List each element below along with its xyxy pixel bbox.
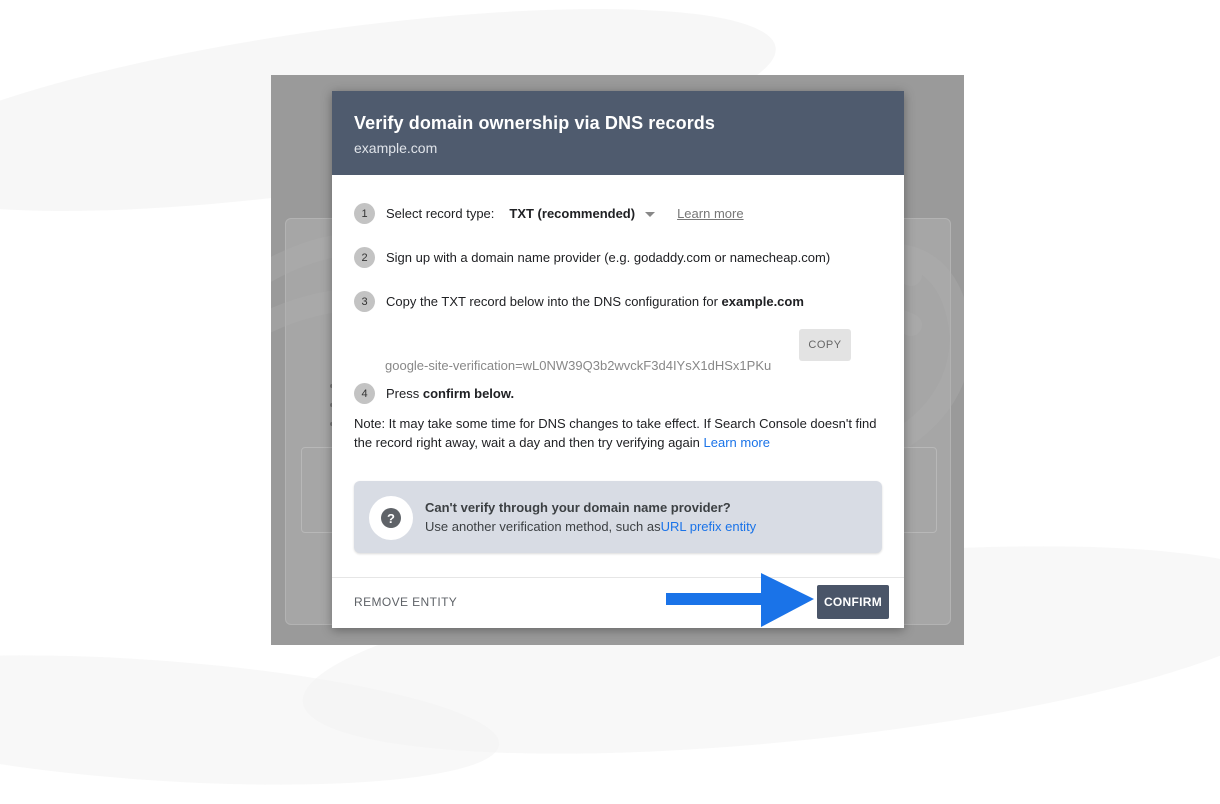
alternative-method-box: ? Can't verify through your domain name … — [354, 481, 882, 553]
step-number: 2 — [354, 247, 375, 268]
arrow-pointer-icon — [666, 573, 814, 627]
step-text: Sign up with a domain name provider (e.g… — [386, 250, 831, 265]
dialog-footer: REMOVE ENTITY CONFIRM — [332, 577, 904, 629]
confirm-button[interactable]: CONFIRM — [817, 585, 889, 619]
step-text-main: Copy the TXT record below into the DNS c… — [386, 294, 722, 309]
url-prefix-link[interactable]: URL prefix entity — [661, 519, 757, 534]
dialog-title: Verify domain ownership via DNS records — [354, 113, 716, 133]
txt-record-value[interactable]: google-site-verification=wL0NW39Q3b2wvck… — [385, 358, 771, 373]
step-number: 4 — [354, 383, 375, 404]
question-mark-icon: ? — [381, 508, 401, 528]
dialog-subtitle: example.com — [354, 140, 438, 156]
step-text-bold: confirm below. — [422, 386, 515, 401]
help-text-main: Use another verification method, such as — [425, 519, 661, 534]
help-icon-circle: ? — [369, 496, 413, 540]
dns-note: Note: It may take some time for DNS chan… — [354, 414, 884, 452]
step-text: Press confirm below. — [386, 386, 514, 401]
step-4: 4 Press confirm below. — [354, 383, 514, 404]
step-number: 3 — [354, 291, 375, 312]
copy-button[interactable]: COPY — [799, 329, 851, 361]
note-text: Note: It may take some time for DNS chan… — [354, 416, 877, 450]
step-3: 3 Copy the TXT record below into the DNS… — [354, 291, 804, 312]
domain-name: example.com — [721, 294, 804, 309]
dialog-header: Verify domain ownership via DNS records … — [332, 91, 904, 175]
verify-dns-dialog: Verify domain ownership via DNS records … — [332, 91, 904, 628]
help-title: Can't verify through your domain name pr… — [425, 500, 731, 515]
remove-entity-button[interactable]: REMOVE ENTITY — [354, 595, 457, 609]
step-2: 2 Sign up with a domain name provider (e… — [354, 247, 830, 268]
step-text: Select record type: — [386, 206, 495, 221]
step-1: 1 Select record type: TXT (recommended) … — [354, 203, 744, 224]
screenshot-frame: Verify domain ownership via DNS records … — [271, 75, 964, 645]
chevron-down-icon[interactable] — [645, 212, 656, 217]
step-text: Copy the TXT record below into the DNS c… — [386, 294, 804, 309]
learn-more-link[interactable]: Learn more — [704, 435, 770, 450]
help-text: Use another verification method, such as… — [425, 519, 756, 534]
step-number: 1 — [354, 203, 375, 224]
step-text-main: Press — [386, 386, 423, 401]
record-type-select[interactable]: TXT (recommended) — [509, 206, 635, 221]
learn-more-link[interactable]: Learn more — [677, 206, 743, 221]
